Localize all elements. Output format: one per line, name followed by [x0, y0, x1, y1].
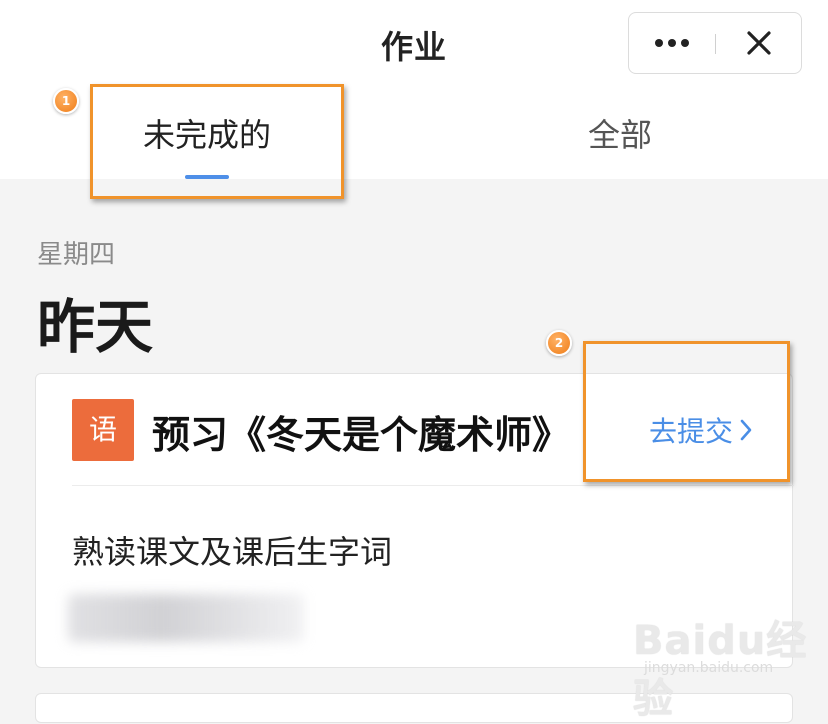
more-dots-icon-3 — [681, 39, 689, 47]
day-heading: 昨天 — [37, 293, 154, 361]
assignment-title: 预习《冬天是个魔术师》 — [152, 413, 571, 457]
top-bar: 作业 — [0, 0, 828, 86]
more-dots-icon-2 — [668, 39, 676, 47]
mini-program-capsule — [628, 12, 802, 74]
watermark-url: jingyan.baidu.com — [644, 660, 774, 676]
more-button[interactable] — [629, 13, 715, 73]
card-divider — [72, 485, 794, 486]
assignment-description: 熟读课文及课后生字词 — [72, 533, 393, 571]
step-marker-2: 2 — [546, 330, 572, 356]
step-marker-1: 1 — [53, 88, 79, 114]
weekday-label: 星期四 — [37, 240, 116, 270]
close-button[interactable] — [716, 13, 802, 73]
more-dots-icon — [655, 39, 663, 47]
blurred-content — [68, 594, 304, 642]
subject-badge: 语 — [72, 399, 134, 461]
close-icon — [747, 31, 771, 55]
tab-all[interactable]: 全部 — [510, 86, 730, 179]
highlight-box-tab — [90, 84, 344, 199]
highlight-box-submit — [583, 341, 790, 482]
